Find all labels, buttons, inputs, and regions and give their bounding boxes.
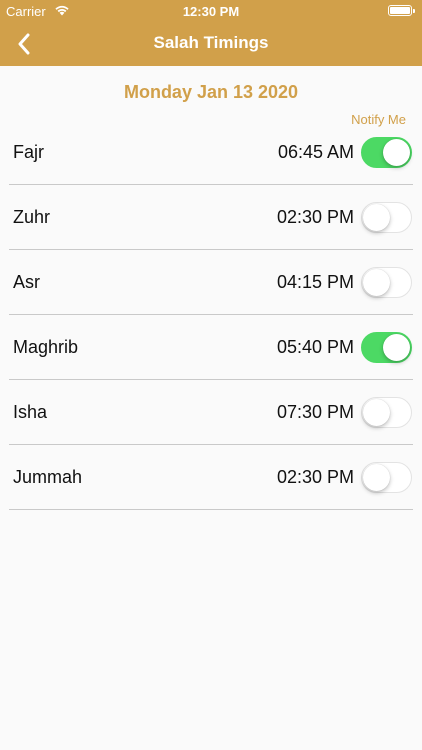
prayer-name: Jummah bbox=[13, 467, 83, 487]
notify-toggle-jummah[interactable] bbox=[361, 462, 412, 493]
prayer-time: 07:30 PM bbox=[276, 402, 354, 422]
prayer-name: Zuhr bbox=[13, 207, 51, 227]
prayer-list: Fajr 06:45 AM Zuhr 02:30 PM Asr 04:15 PM… bbox=[0, 120, 422, 510]
prayer-row-jummah: Jummah 02:30 PM bbox=[9, 445, 413, 510]
battery-icon bbox=[388, 5, 415, 16]
prayer-time: 02:30 PM bbox=[276, 467, 354, 487]
toggle-knob bbox=[362, 203, 390, 231]
prayer-row-maghrib: Maghrib 05:40 PM bbox=[9, 315, 413, 380]
toggle-knob bbox=[362, 398, 390, 426]
notify-toggle-asr[interactable] bbox=[361, 267, 412, 298]
status-bar: Carrier 12:30 PM bbox=[0, 0, 422, 22]
nav-bar: Salah Timings bbox=[0, 22, 422, 66]
prayer-time: 04:15 PM bbox=[276, 272, 354, 292]
app-header: Carrier 12:30 PM Salah Timings bbox=[0, 0, 422, 66]
prayer-time: 05:40 PM bbox=[276, 337, 354, 357]
status-time: 12:30 PM bbox=[182, 4, 240, 19]
notify-toggle-maghrib[interactable] bbox=[361, 332, 412, 363]
prayer-name: Fajr bbox=[13, 142, 44, 162]
toggle-knob bbox=[362, 463, 390, 491]
prayer-row-asr: Asr 04:15 PM bbox=[9, 250, 413, 315]
prayer-name: Isha bbox=[13, 402, 48, 422]
date-heading: Monday Jan 13 2020 bbox=[123, 82, 299, 102]
toggle-knob bbox=[362, 268, 390, 296]
prayer-time: 02:30 PM bbox=[276, 207, 354, 227]
prayer-row-fajr: Fajr 06:45 AM bbox=[9, 120, 413, 185]
prayer-row-zuhr: Zuhr 02:30 PM bbox=[9, 185, 413, 250]
notify-toggle-isha[interactable] bbox=[361, 397, 412, 428]
notify-toggle-fajr[interactable] bbox=[361, 137, 412, 168]
toggle-knob bbox=[383, 138, 410, 166]
prayer-name: Asr bbox=[13, 272, 40, 292]
prayer-row-isha: Isha 07:30 PM bbox=[9, 380, 413, 445]
notify-toggle-zuhr[interactable] bbox=[361, 202, 412, 233]
toggle-knob bbox=[383, 333, 410, 361]
page-title: Salah Timings bbox=[153, 33, 269, 52]
prayer-name: Maghrib bbox=[13, 337, 79, 357]
prayer-time: 06:45 AM bbox=[277, 142, 354, 162]
